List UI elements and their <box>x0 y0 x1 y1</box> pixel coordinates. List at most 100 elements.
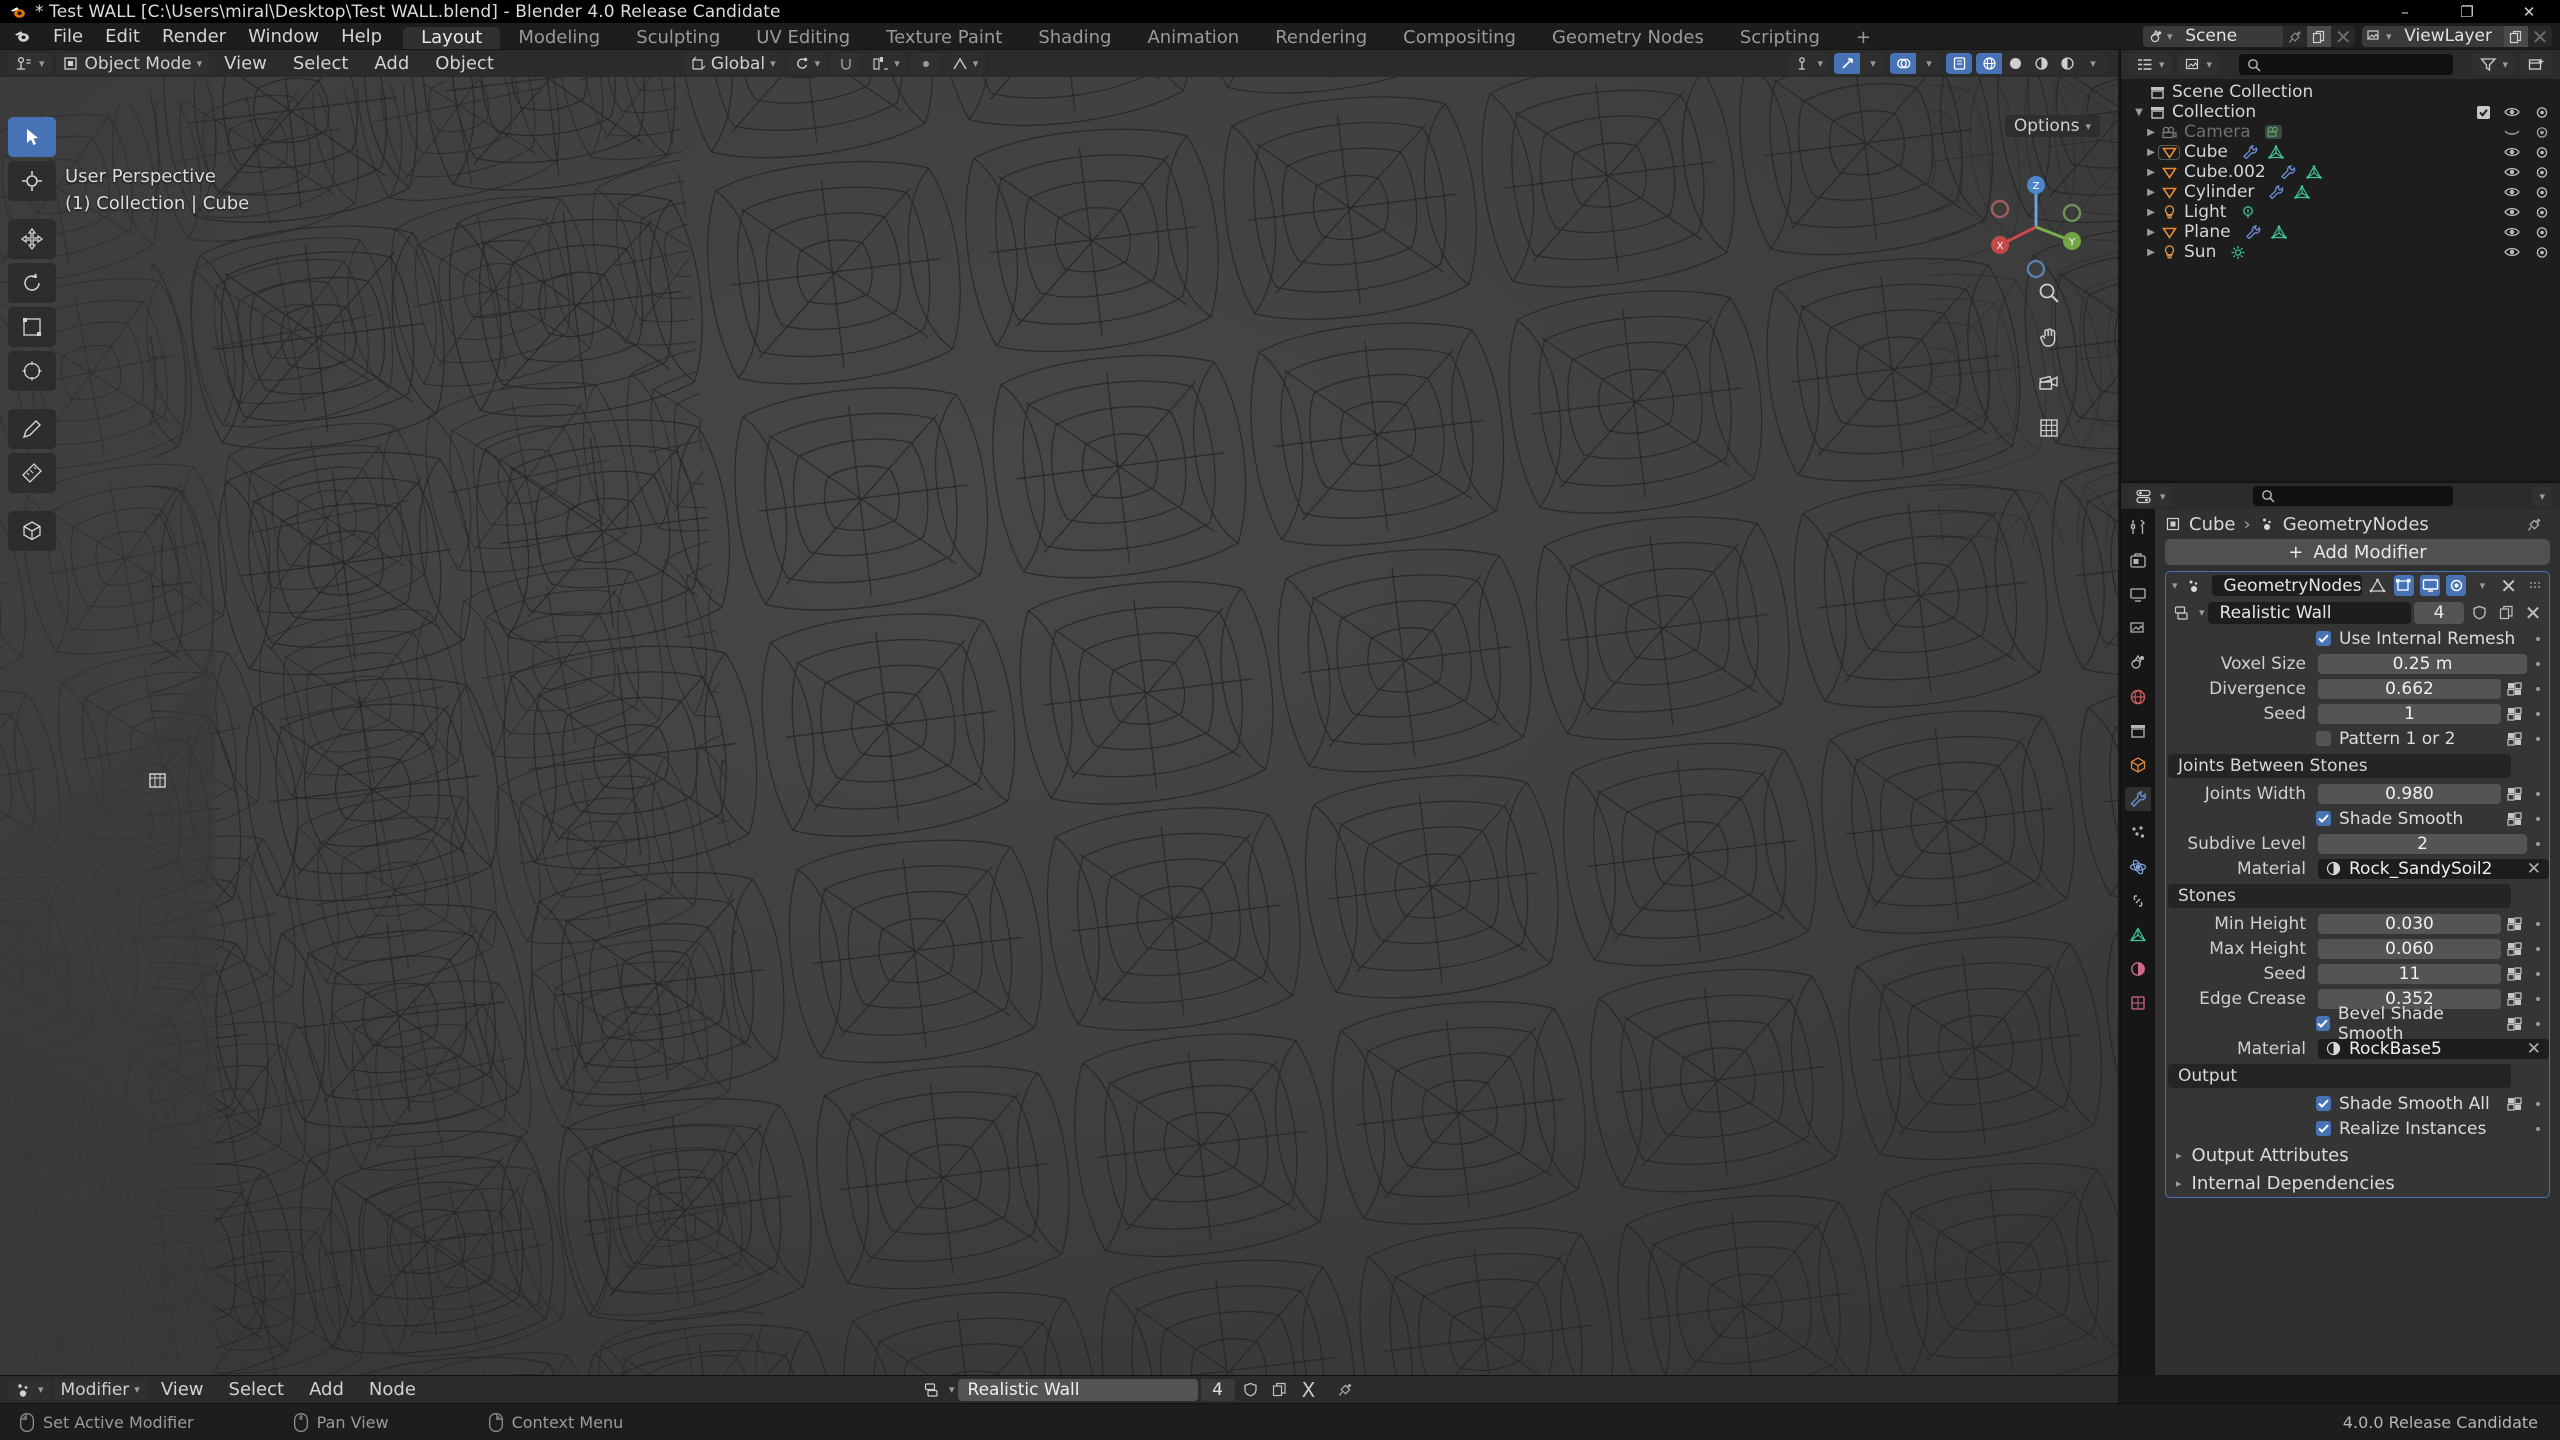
breadcrumb-object-label[interactable]: Cube <box>2189 514 2235 535</box>
new-viewlayer-button[interactable] <box>2504 26 2528 47</box>
properties-editor[interactable]: ▾ ▾ Cube › GeometryNodes + Add Modifier … <box>2120 482 2560 1375</box>
node-group-browse-icon[interactable] <box>2170 602 2196 623</box>
animate-property-dot[interactable] <box>2527 661 2549 666</box>
modifier-icon[interactable] <box>2242 145 2258 159</box>
viewport-menu-view[interactable]: View <box>213 50 278 77</box>
add-modifier-button[interactable]: + Add Modifier <box>2165 539 2550 565</box>
animate-property-dot[interactable] <box>2527 791 2549 796</box>
node-group-browse-icon[interactable] <box>920 1379 946 1400</box>
expand-arrow-icon[interactable]: ▶ <box>2143 187 2159 198</box>
properties-options-button[interactable]: ▾ <box>2532 485 2552 507</box>
divergence-field[interactable]: 0.662 <box>2318 678 2501 699</box>
animate-property-dot[interactable] <box>2527 1021 2549 1026</box>
tab-world-icon[interactable] <box>2125 685 2151 709</box>
pin-node-tree-icon[interactable] <box>1333 1379 1359 1400</box>
xray-toggle[interactable] <box>1946 53 1972 74</box>
editor-type-selector[interactable]: ▾ <box>8 53 52 74</box>
realize-instances-checkbox[interactable]: Realize Instances <box>2168 1119 2527 1139</box>
tab-material-icon[interactable] <box>2125 957 2151 981</box>
menu-help[interactable]: Help <box>330 23 393 49</box>
fake-user-shield-icon[interactable] <box>1238 1379 1264 1400</box>
input-attribute-toggle-icon[interactable] <box>2501 783 2527 804</box>
animate-property-dot[interactable] <box>2527 711 2549 716</box>
tab-collection-icon[interactable] <box>2125 719 2151 743</box>
show-overlays-icon[interactable] <box>1890 53 1916 74</box>
unlink-node-group-button[interactable]: ✕ <box>2521 601 2545 625</box>
material-stones-field[interactable]: RockBase5 ✕ <box>2318 1038 2549 1059</box>
outliner-row-cube-002[interactable]: ▶ Cube.002 <box>2121 162 2560 182</box>
viewport-canvas[interactable]: User Perspective (1) Collection | Cube O… <box>0 77 2118 1375</box>
camera-data-icon[interactable] <box>2264 125 2282 139</box>
shading-mode-group[interactable]: ▾ <box>1976 53 2106 74</box>
viewport-menu-object[interactable]: Object <box>424 50 505 77</box>
mesh-data-icon[interactable] <box>2268 145 2284 159</box>
tab-render-icon[interactable] <box>2125 549 2151 573</box>
tab-sculpting[interactable]: Sculpting <box>618 27 738 49</box>
animate-property-dot[interactable] <box>2527 1126 2549 1131</box>
bevel-shade-smooth-checkbox[interactable]: Bevel Shade Smooth <box>2168 1004 2501 1044</box>
animate-property-dot[interactable] <box>2527 971 2549 976</box>
gizmo-toggle-group[interactable]: ▾ <box>1834 53 1886 74</box>
eye-icon[interactable] <box>2504 246 2520 258</box>
modifier-icon[interactable] <box>2268 185 2284 199</box>
pan-view-icon[interactable] <box>2028 317 2070 359</box>
tool-transform[interactable] <box>8 351 56 391</box>
render-toggle-icon[interactable] <box>2446 575 2467 596</box>
eye-icon[interactable] <box>2504 206 2520 218</box>
tool-scale[interactable] <box>8 307 56 347</box>
viewport-options-button[interactable]: Options ▾ <box>2004 115 2100 137</box>
tab-scripting[interactable]: Scripting <box>1722 27 1838 49</box>
max-height-field[interactable]: 0.060 <box>2318 938 2501 959</box>
tab-texture-icon[interactable] <box>2125 991 2151 1015</box>
maximize-button[interactable]: ❐ <box>2436 0 2498 23</box>
input-attribute-toggle-icon[interactable] <box>2501 703 2527 724</box>
tab-constraints-icon[interactable] <box>2125 889 2151 913</box>
animate-property-dot[interactable] <box>2527 736 2549 741</box>
tab-rendering[interactable]: Rendering <box>1257 27 1385 49</box>
node-group-name-field[interactable]: Realistic Wall <box>2207 601 2411 624</box>
outliner-display-mode-selector[interactable]: ▾ <box>2177 54 2220 75</box>
input-attribute-toggle-icon[interactable] <box>2501 963 2527 984</box>
node-menu-node[interactable]: Node <box>358 1376 427 1403</box>
eye-icon[interactable] <box>2504 106 2520 118</box>
use-internal-remesh-checkbox[interactable]: Use Internal Remesh <box>2168 629 2527 649</box>
outliner-row-collection[interactable]: ▼ Collection <box>2121 102 2560 122</box>
proportional-editing-toggle[interactable] <box>910 53 941 74</box>
tab-tool-icon[interactable] <box>2125 515 2151 539</box>
expand-arrow-icon[interactable]: ▶ <box>2143 147 2159 158</box>
outliner-search-input[interactable] <box>2239 54 2454 75</box>
sun-data-icon[interactable] <box>2230 245 2246 260</box>
camera-render-icon[interactable] <box>2534 246 2550 259</box>
tab-geometry-nodes[interactable]: Geometry Nodes <box>1534 27 1722 49</box>
viewport-visibility-selector[interactable]: ▾ <box>1789 53 1830 74</box>
animate-property-dot[interactable] <box>2527 816 2549 821</box>
outliner-filter-button[interactable]: ▾ <box>2473 54 2515 75</box>
remove-viewlayer-button[interactable]: ✕ <box>2528 26 2552 47</box>
remove-modifier-button[interactable]: ✕ <box>2499 574 2519 598</box>
shading-solid-icon[interactable] <box>2002 53 2028 74</box>
scene-name[interactable]: Scene <box>2177 26 2284 47</box>
camera-render-icon[interactable] <box>2534 206 2550 219</box>
input-attribute-toggle-icon[interactable] <box>2501 1093 2527 1114</box>
tab-object-data-icon[interactable] <box>2125 923 2151 947</box>
chevron-down-icon[interactable]: ▾ <box>2199 606 2205 619</box>
outliner-row-plane[interactable]: ▶ Plane <box>2121 222 2560 242</box>
camera-render-icon[interactable] <box>2534 226 2550 239</box>
min-height-field[interactable]: 0.030 <box>2318 913 2501 934</box>
gizmo-options-chevron-down-icon[interactable]: ▾ <box>1860 53 1886 74</box>
menu-render[interactable]: Render <box>151 23 237 49</box>
tab-output-icon[interactable] <box>2125 583 2151 607</box>
voxel-size-field[interactable]: 0.25 m <box>2318 653 2527 674</box>
tool-add-cube[interactable] <box>8 511 56 551</box>
toggle-orthographic-icon[interactable] <box>2028 407 2070 449</box>
viewport-menu-add[interactable]: Add <box>363 50 420 77</box>
realtime-display-toggle-icon[interactable] <box>2419 575 2441 596</box>
eye-icon[interactable] <box>2504 166 2520 178</box>
blender-menu-logo-icon[interactable] <box>9 28 35 44</box>
expand-arrow-icon[interactable]: ▼ <box>2131 107 2147 118</box>
mesh-data-icon[interactable] <box>2270 225 2287 239</box>
transform-orientation-selector[interactable]: Global ▾ <box>682 53 783 74</box>
drag-handle-icon[interactable] <box>2525 575 2545 596</box>
tool-move[interactable] <box>8 219 56 259</box>
pattern-checkbox[interactable]: Pattern 1 or 2 <box>2168 729 2501 749</box>
